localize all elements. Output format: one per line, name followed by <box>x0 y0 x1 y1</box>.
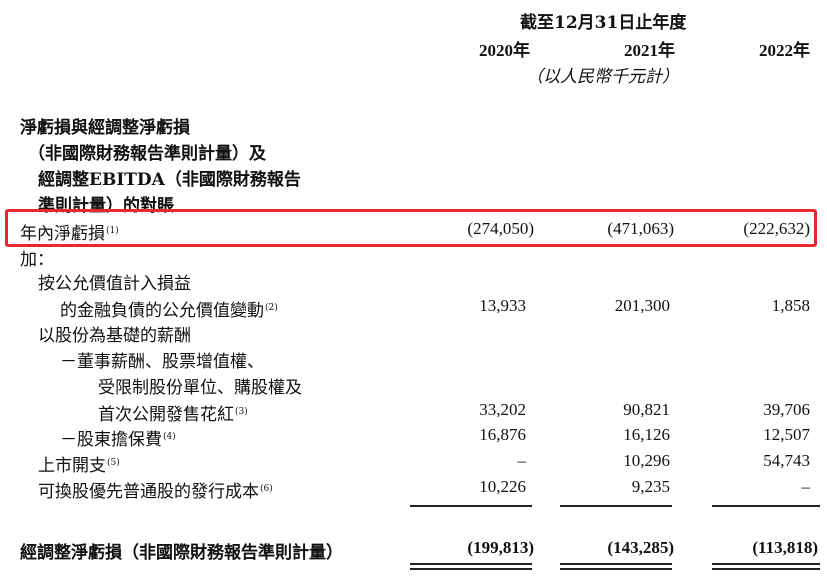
total-rule-2020-top <box>410 563 532 565</box>
listing-2020: – <box>517 451 527 470</box>
sbc-a-2022: 39,706 <box>763 400 810 419</box>
fv-2022: 1,858 <box>771 296 810 315</box>
section-title-line2: （非國際財務報告準則計量）及 <box>28 144 266 164</box>
total-rule-2020-bottom <box>410 568 532 570</box>
unit-label: （以人民幣千元計） <box>526 67 679 87</box>
adjusted-net-loss-label: 經調整淨虧損（非國際財務報告準則計量） <box>20 543 343 563</box>
sbc-a-line1: －董事薪酬、股票增值權、 <box>60 352 264 372</box>
total-rule-2022-top <box>712 563 820 565</box>
sbc-b-2021: 16,126 <box>623 425 670 444</box>
sbc-a-2020: 33,202 <box>479 400 526 419</box>
fv-label-line2: 的金融負債的公允價值變動(2) <box>60 301 278 321</box>
net-loss-2020: (274,050) <box>467 219 534 238</box>
listing-2021: 10,296 <box>623 451 670 470</box>
year-2021-header: 2021年 <box>624 41 675 60</box>
net-loss-label: 年內淨虧損(1) <box>20 224 119 244</box>
section-title-line3: 經調整EBITDA（非國際財務報告 <box>38 170 301 190</box>
net-loss-2022: (222,632) <box>743 219 810 238</box>
sbc-a-line3: 首次公開發售花紅(3) <box>98 405 248 425</box>
net-loss-2021: (471,063) <box>607 219 674 238</box>
year-2020-header: 2020年 <box>479 41 530 60</box>
listing-label: 上市開支(5) <box>38 456 120 476</box>
sbc-label: 以股份為基礎的薪酬 <box>38 326 191 346</box>
adjusted-2022: (113,818) <box>752 538 818 557</box>
period-title: 截至12月31日止年度 <box>520 13 687 33</box>
subtotal-rule-2021 <box>560 505 672 507</box>
year-2022-header: 2022年 <box>759 41 810 60</box>
fv-2021: 201,300 <box>614 296 670 315</box>
sbc-a-2021: 90,821 <box>623 400 670 419</box>
total-rule-2021-top <box>560 563 672 565</box>
total-rule-2022-bottom <box>712 568 820 570</box>
fv-label-line1: 按公允價值計入損益 <box>38 274 191 294</box>
issuance-label: 可換股優先普通股的發行成本(6) <box>38 482 273 502</box>
adjusted-2021: (143,285) <box>607 538 674 557</box>
issuance-2021: 9,235 <box>631 477 670 496</box>
total-rule-2021-bottom <box>560 568 672 570</box>
sbc-b-2020: 16,876 <box>479 425 526 444</box>
fv-2020: 13,933 <box>479 296 526 315</box>
subtotal-rule-2020 <box>410 505 532 507</box>
sbc-b-2022: 12,507 <box>763 425 810 444</box>
subtotal-rule-2022 <box>712 505 820 507</box>
section-title-line1: 淨虧損與經調整淨虧損 <box>20 118 190 138</box>
sbc-b-label: －股東擔保費(4) <box>60 430 176 450</box>
issuance-2020: 10,226 <box>479 477 526 496</box>
add-label: 加： <box>20 250 54 270</box>
issuance-2022: – <box>801 477 811 496</box>
sbc-a-line2: 受限制股份單位、購股權及 <box>98 378 302 398</box>
adjusted-2020: (199,813) <box>467 538 534 557</box>
listing-2022: 54,743 <box>763 451 810 470</box>
